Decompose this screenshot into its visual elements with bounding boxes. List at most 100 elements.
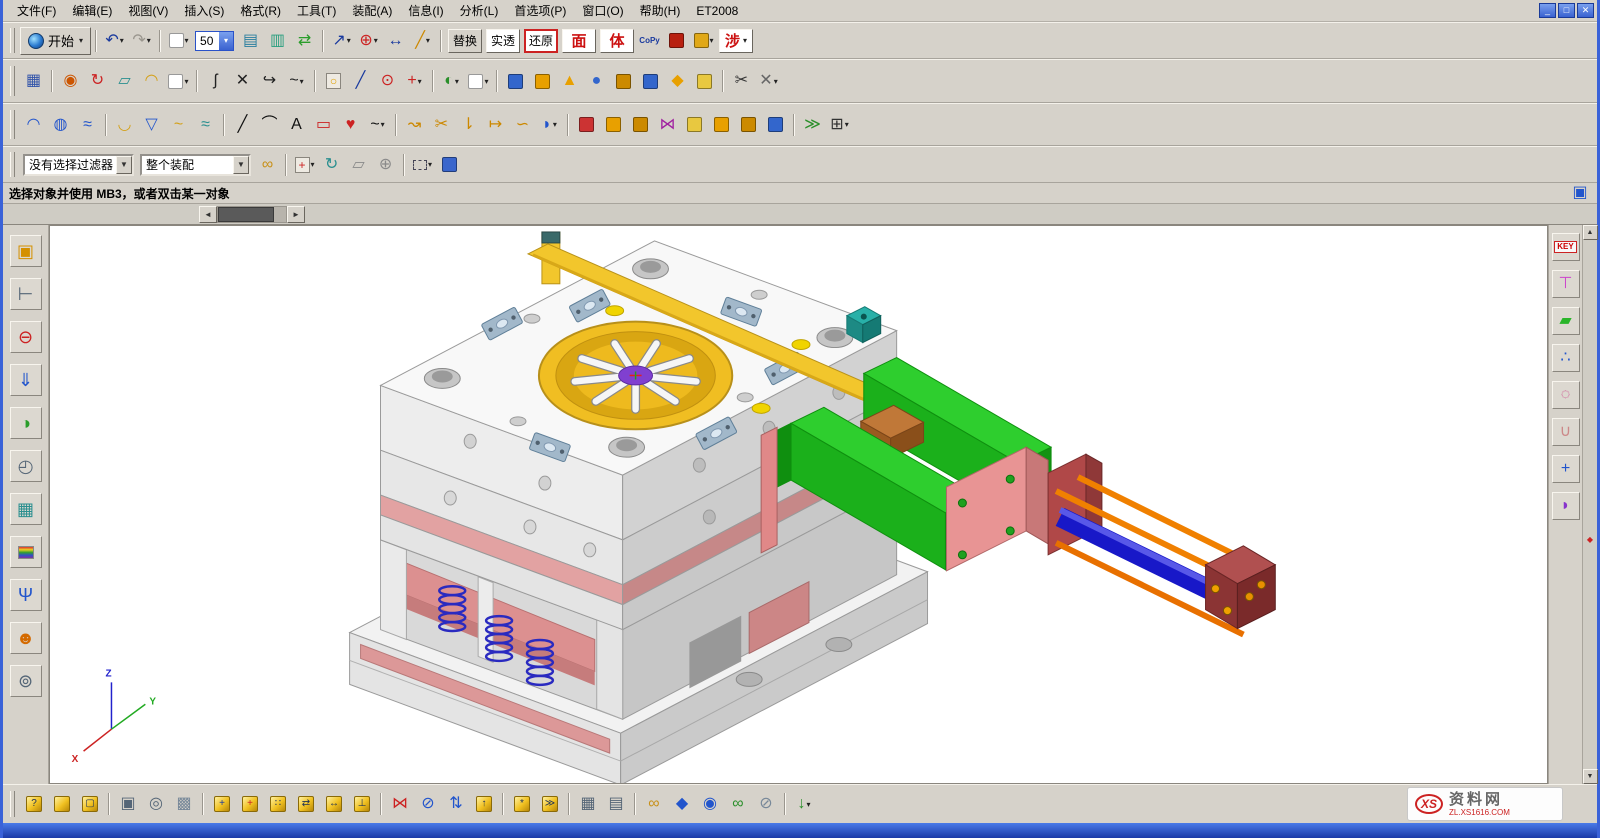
circle-icon[interactable]: ⊙ <box>375 69 400 94</box>
swept-surface-icon[interactable]: ◠ <box>21 112 46 137</box>
menu-et2008[interactable]: ET2008 <box>688 2 746 20</box>
scale-spinner[interactable]: 50 ▾ <box>195 31 234 51</box>
part-navigator-grid-icon[interactable]: ▦ <box>21 69 46 94</box>
law-curve-icon[interactable]: ~ <box>166 112 191 137</box>
add-component-icon[interactable]: + <box>209 791 235 817</box>
vertical-scrollbar[interactable]: ▲ ◆ ▼ <box>1582 225 1597 784</box>
move-component-icon[interactable]: ↔ <box>321 791 347 817</box>
new-component-icon[interactable]: + <box>237 791 263 817</box>
copy-face-icon[interactable]: CoPy <box>637 28 662 53</box>
system-tree-icon[interactable]: Ψ <box>10 579 42 611</box>
block-icon[interactable] <box>503 69 528 94</box>
erase-icon[interactable]: ▱ <box>346 152 371 177</box>
csys-toggle-icon[interactable]: ⇄ <box>292 28 317 53</box>
translucent-button[interactable]: 实透 <box>486 29 520 53</box>
undo-icon[interactable]: ↶▾ <box>102 28 127 53</box>
boss-icon[interactable] <box>611 69 636 94</box>
menu-help[interactable]: 帮助(H) <box>632 0 689 21</box>
face-button[interactable]: 面 <box>562 29 596 53</box>
cylinder-end-block[interactable] <box>1206 546 1276 629</box>
snap-point-icon-arrow[interactable]: ▾ <box>311 160 315 169</box>
line-icon[interactable]: ╱ <box>348 69 373 94</box>
cylinder-icon[interactable] <box>530 69 555 94</box>
hd3d-tool-icon[interactable]: ◑ <box>10 407 42 439</box>
measure-distance-icon[interactable]: ↔ <box>383 28 408 53</box>
sphere-icon[interactable]: ● <box>584 69 609 94</box>
cavity-layout-icon[interactable]: ◌ <box>1552 381 1580 409</box>
import-assembly-icon-arrow[interactable]: ▾ <box>806 800 810 809</box>
wade-button[interactable]: 涉 ▾ <box>719 29 753 53</box>
assembly-scope-dropdown[interactable]: ▼ <box>233 156 249 174</box>
scale-dropdown-arrow[interactable]: ▾ <box>219 32 233 50</box>
mold-insert-icon[interactable]: ▰ <box>1552 307 1580 335</box>
pattern-icon[interactable]: ⊞▾ <box>827 112 852 137</box>
touch-mode-icon[interactable]: ⊚ <box>10 665 42 697</box>
restore-button[interactable]: □ <box>1558 3 1575 18</box>
menu-edit[interactable]: 编辑(E) <box>64 0 120 21</box>
menu-file[interactable]: 文件(F) <box>9 0 64 21</box>
trim-curve-icon[interactable]: ✂ <box>429 112 454 137</box>
open-by-proximity-icon[interactable] <box>49 791 75 817</box>
find-component-icon[interactable]: ? <box>21 791 47 817</box>
link-ring-icon[interactable]: ∞ <box>725 791 751 817</box>
wade-dropdown-arrow[interactable]: ▾ <box>743 36 747 45</box>
curved-sheet-icon[interactable]: ◠ <box>139 69 164 94</box>
shaded-view-icon[interactable] <box>437 152 462 177</box>
snapshot-icon[interactable]: ▣ <box>115 791 141 817</box>
mesh-sphere-icon[interactable]: ◍ <box>48 112 73 137</box>
suppress-icon[interactable] <box>682 112 707 137</box>
explode-view-icon[interactable]: * <box>509 791 535 817</box>
gold-solid-icon-arrow[interactable]: ▾ <box>710 36 714 45</box>
wave-sheet-icon[interactable]: ≈ <box>75 112 100 137</box>
sequence-play-icon[interactable]: ≫ <box>800 112 825 137</box>
rotary-core-disc[interactable] <box>539 322 732 430</box>
mirror-assembly-icon[interactable]: ⋈ <box>387 791 413 817</box>
info-palette-icon[interactable]: ▦ <box>10 493 42 525</box>
scroll-left-button[interactable]: ◄ <box>199 206 217 223</box>
point-icon-arrow[interactable]: ▾ <box>418 77 422 86</box>
edit-curve-icon[interactable]: ↝ <box>402 112 427 137</box>
array-component-icon[interactable] <box>628 112 653 137</box>
show-product-outline-icon[interactable]: ▢ <box>77 791 103 817</box>
draft-icon-arrow[interactable]: ▾ <box>553 120 557 129</box>
draft-icon[interactable]: ◗▾ <box>537 112 562 137</box>
minimize-button[interactable]: _ <box>1539 3 1556 18</box>
mirror-body-icon[interactable]: ⋈ <box>655 112 680 137</box>
start-button[interactable]: 开始 ▾ <box>20 27 91 55</box>
smooth-curve-icon[interactable]: ∽ <box>510 112 535 137</box>
scroll-track[interactable] <box>217 206 287 223</box>
point-tool-icon-arrow[interactable]: ▾ <box>374 36 378 45</box>
gold-solid-icon[interactable]: ▾ <box>691 28 716 53</box>
reuse-library-icon[interactable]: ⇓ <box>10 364 42 396</box>
stretch-curve-icon[interactable]: ↦ <box>483 112 508 137</box>
part-navigator-icon[interactable]: ⊖ <box>10 321 42 353</box>
polyline-icon-arrow[interactable]: ▾ <box>381 120 385 129</box>
layer-settings-icon[interactable]: ▤ <box>238 28 263 53</box>
menu-analysis[interactable]: 分析(L) <box>452 0 507 21</box>
toolbar-grip[interactable] <box>10 110 15 139</box>
vector-tool-icon-arrow[interactable]: ▾ <box>347 36 351 45</box>
sketch-arc-icon[interactable]: ⌒ <box>257 112 282 137</box>
add-existing-icon[interactable] <box>574 112 599 137</box>
vscroll-up-button[interactable]: ▲ <box>1583 225 1598 240</box>
body-button[interactable]: 体 <box>600 29 634 53</box>
point-tool-icon[interactable]: ⊕▾ <box>356 28 381 53</box>
toolbar-grip[interactable] <box>10 791 15 818</box>
blend-sheet-icon[interactable]: ≈ <box>193 112 218 137</box>
reposition-icon[interactable] <box>709 112 734 137</box>
text-icon[interactable]: A <box>284 112 309 137</box>
spline-icon[interactable]: ~▾ <box>284 69 309 94</box>
key-icon[interactable]: KEY <box>1552 233 1580 261</box>
wave-geometry-icon[interactable]: ◆ <box>669 791 695 817</box>
menu-format[interactable]: 格式(R) <box>232 0 289 21</box>
type-dropdown-arrow[interactable]: ▾ <box>184 77 188 86</box>
bounded-plane-icon[interactable]: ◡ <box>112 112 137 137</box>
menu-window[interactable]: 窗口(O) <box>574 0 631 21</box>
spline-icon-arrow[interactable]: ▾ <box>300 77 304 86</box>
history-icon[interactable]: ◴ <box>10 450 42 482</box>
stamp-icon[interactable]: ▩ <box>171 791 197 817</box>
toolbar-grip[interactable] <box>10 28 15 53</box>
start-dropdown-arrow[interactable]: ▾ <box>79 36 83 45</box>
variant-icon[interactable]: ▦ <box>575 791 601 817</box>
swirl-icon[interactable]: ↻ <box>85 69 110 94</box>
